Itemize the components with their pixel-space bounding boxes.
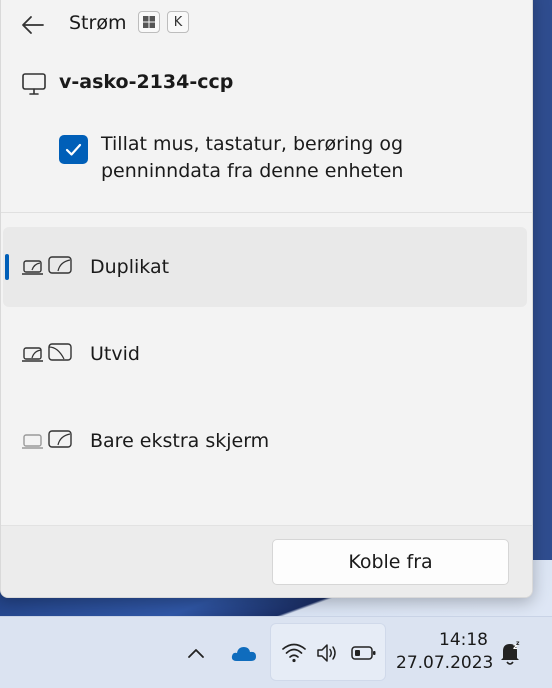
- checkmark-icon: [65, 143, 82, 156]
- clock-time: 14:18: [439, 630, 488, 650]
- second-screen-only-icon: [22, 430, 72, 449]
- option-extend[interactable]: Utvid: [3, 314, 527, 394]
- taskbar-clock[interactable]: 14:18 27.07.2023: [396, 629, 494, 675]
- duplicate-display-icon: [22, 256, 72, 275]
- taskbar: 14:18 27.07.2023 z z: [0, 616, 552, 688]
- show-hidden-icons-chevron-icon[interactable]: [184, 643, 208, 663]
- disconnect-button[interactable]: Koble fra: [272, 539, 509, 585]
- volume-icon: [317, 644, 336, 662]
- page-title: Strøm: [69, 12, 127, 34]
- flyout-footer: Koble fra: [1, 525, 532, 597]
- extend-display-icon: [22, 343, 72, 362]
- battery-icon: [351, 646, 376, 660]
- option-label: Utvid: [90, 343, 140, 365]
- option-second-screen-only[interactable]: Bare ekstra skjerm: [3, 401, 527, 481]
- input-permission-checkbox[interactable]: [59, 135, 88, 164]
- section-divider: [1, 212, 532, 213]
- onedrive-cloud-icon[interactable]: [230, 645, 258, 663]
- quick-settings-button[interactable]: [270, 623, 386, 681]
- connected-device-row: v-asko-2134-ccp: [1, 67, 532, 103]
- wifi-icon: [282, 643, 306, 663]
- device-name: v-asko-2134-ccp: [59, 71, 234, 93]
- back-arrow-icon: [22, 16, 44, 34]
- windows-key-badge: [138, 11, 160, 33]
- selected-indicator: [5, 254, 9, 280]
- svg-text:z: z: [516, 640, 520, 647]
- notification-bell-icon[interactable]: z z: [498, 639, 524, 667]
- option-label: Bare ekstra skjerm: [90, 430, 270, 452]
- clock-date: 27.07.2023: [396, 653, 494, 673]
- flyout-header: Strøm K: [1, 1, 532, 49]
- input-permission-row: Tillat mus, tastatur, berøring og pennin…: [1, 129, 532, 189]
- option-duplicate[interactable]: Duplikat: [3, 227, 527, 307]
- option-label: Duplikat: [90, 256, 170, 278]
- windows-logo-icon: [143, 16, 155, 28]
- input-permission-label: Tillat mus, tastatur, berøring og pennin…: [101, 133, 404, 182]
- cast-flyout-panel: Strøm K v-asko-2134-ccp Tillat mus, tast…: [0, 0, 533, 598]
- k-key-badge: K: [167, 11, 189, 33]
- monitor-icon: [22, 73, 46, 95]
- back-button[interactable]: [19, 13, 47, 37]
